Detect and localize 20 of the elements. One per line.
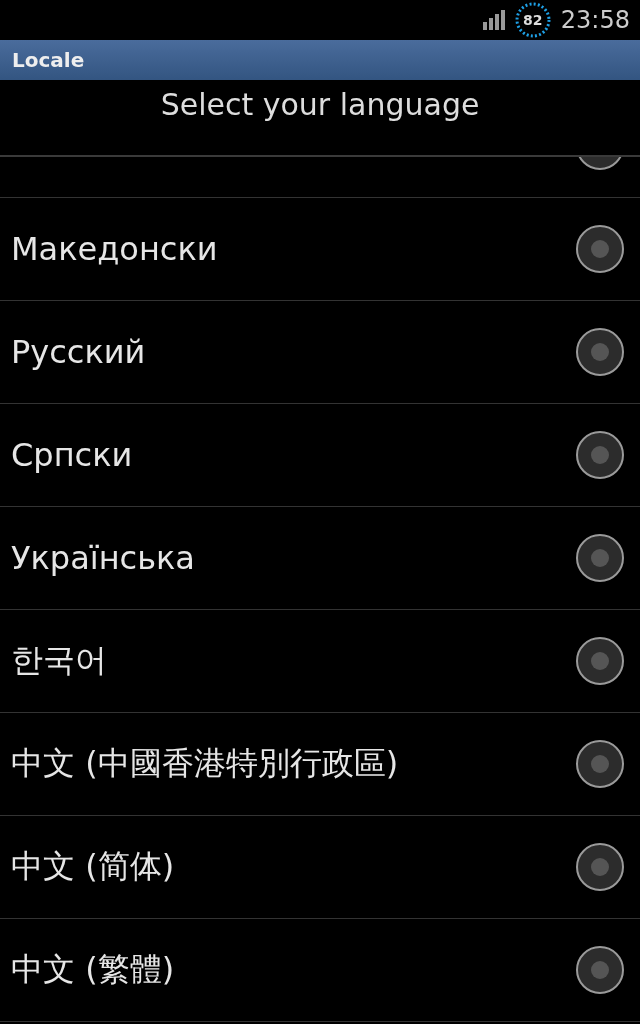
clock-time: 23:58 [560,6,630,34]
language-name[interactable]: Українська [11,539,576,577]
signal-icon [482,10,505,30]
radio-button[interactable] [576,740,624,788]
battery-level: 82 [523,12,543,28]
radio-button[interactable] [576,431,624,479]
language-name[interactable]: 中文 (中國香港特別行政區) [11,742,576,786]
window-title: Locale [12,48,85,72]
radio-button[interactable] [576,946,624,994]
language-name[interactable]: 한국어 [11,639,576,683]
radio-button[interactable] [576,328,624,376]
language-name[interactable]: Српски [11,436,576,474]
language-name[interactable]: 中文 (简体) [11,845,576,889]
radio-button[interactable] [576,637,624,685]
language-name[interactable]: Русский [11,333,576,371]
language-name[interactable]: Македонски [11,230,576,268]
radio-button[interactable] [576,843,624,891]
radio-button[interactable] [576,534,624,582]
language-name[interactable]: 中文 (繁體) [11,948,576,992]
radio-button[interactable] [576,225,624,273]
